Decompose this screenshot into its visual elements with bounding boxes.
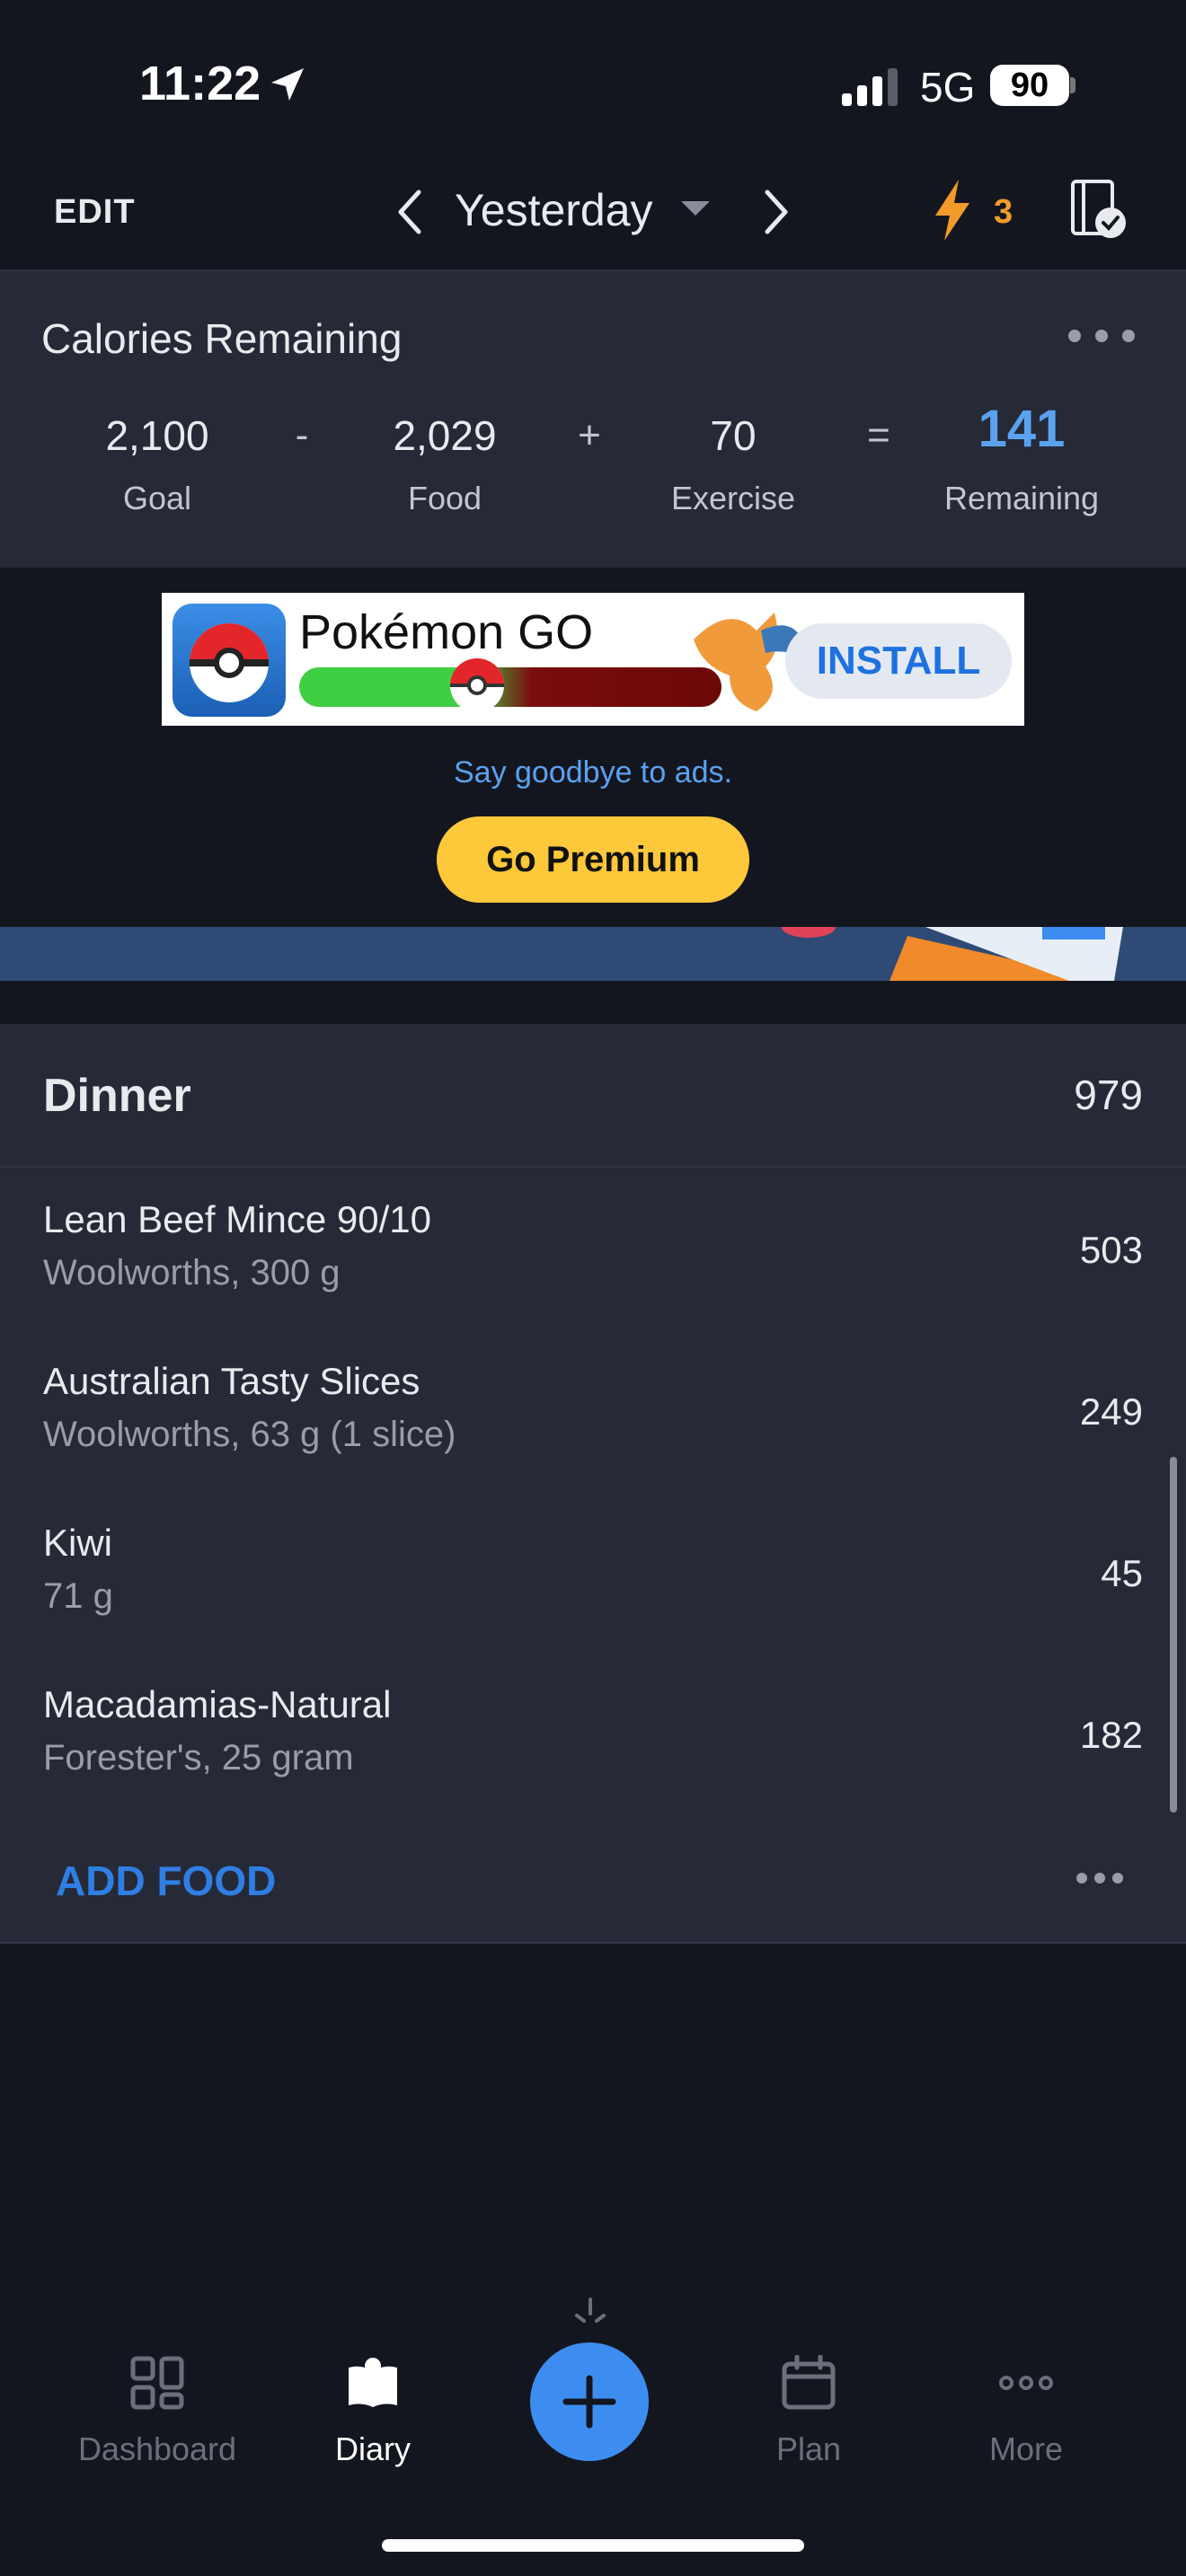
status-time: 11:22 xyxy=(139,57,261,110)
lightning-bolt-icon[interactable] xyxy=(930,178,975,243)
food-item-calories: 182 xyxy=(1079,1714,1143,1756)
network-type: 5G xyxy=(920,64,976,110)
meal-more-options-icon[interactable] xyxy=(1075,1870,1125,1886)
streak-count[interactable]: 3 xyxy=(994,193,1013,232)
ad-app-logo[interactable] xyxy=(173,604,286,717)
diary-complete-icon[interactable] xyxy=(1069,178,1128,241)
edit-button[interactable]: EDIT xyxy=(54,193,136,232)
promo-banner-strip[interactable] xyxy=(0,927,1186,981)
spark-icon xyxy=(575,2298,606,2323)
signal-icon xyxy=(842,68,898,106)
more-options-icon[interactable] xyxy=(1066,327,1137,345)
food-item-detail: Forester's, 25 gram xyxy=(43,1738,354,1778)
battery-indicator: 90 xyxy=(990,65,1069,106)
exercise-label: Exercise xyxy=(670,480,796,516)
food-item-name: Kiwi xyxy=(43,1522,113,1564)
meal-title: Dinner xyxy=(43,1070,191,1122)
battery-cap xyxy=(1070,77,1075,93)
date-selector[interactable]: Yesterday xyxy=(455,184,653,236)
dashboard-icon xyxy=(130,2356,184,2410)
food-item-calories: 503 xyxy=(1079,1229,1143,1271)
food-item-detail: Woolworths, 300 g xyxy=(43,1253,341,1292)
diary-book-icon xyxy=(349,2358,397,2407)
plus-icon xyxy=(562,2375,616,2429)
install-button[interactable]: INSTALL xyxy=(785,623,1012,699)
food-item-calories: 249 xyxy=(1079,1390,1143,1433)
food-item-calories: 45 xyxy=(1101,1552,1143,1594)
exercise-value: 70 xyxy=(710,412,757,459)
calendar-icon xyxy=(782,2355,836,2410)
home-indicator[interactable] xyxy=(382,2539,804,2552)
pokeball-logo-icon xyxy=(190,623,269,702)
tab-more-label: More xyxy=(988,2430,1064,2467)
food-item-name: Macadamias-Natural xyxy=(43,1683,392,1725)
promo-illustration-icon xyxy=(782,927,1123,981)
go-premium-button[interactable]: Go Premium xyxy=(437,816,749,903)
goal-label: Goal xyxy=(122,480,192,516)
food-label: Food xyxy=(407,480,482,516)
location-arrow-icon xyxy=(271,68,304,101)
more-dots-icon xyxy=(999,2376,1053,2390)
pokeball-icon xyxy=(450,658,504,712)
remove-ads-link[interactable]: Say goodbye to ads. xyxy=(0,755,1186,790)
tab-plan-label: Plan xyxy=(775,2430,842,2467)
equals-operator: = xyxy=(867,413,890,457)
food-value: 2,029 xyxy=(393,412,497,459)
add-entry-button[interactable] xyxy=(530,2342,649,2461)
caret-down-icon[interactable] xyxy=(681,201,710,216)
food-item-detail: Woolworths, 63 g (1 slice) xyxy=(43,1415,456,1454)
meal-total-calories: 979 xyxy=(1074,1072,1143,1118)
divider xyxy=(0,1166,1186,1168)
previous-day-chevron-icon[interactable] xyxy=(388,187,433,237)
plus-operator: + xyxy=(578,413,601,457)
ad-progress-bar xyxy=(299,667,721,707)
add-food-button[interactable]: ADD FOOD xyxy=(56,1857,276,1905)
food-item-detail: 71 g xyxy=(43,1576,113,1616)
scrollbar[interactable] xyxy=(1170,1457,1177,1813)
food-item-name: Lean Beef Mince 90/10 xyxy=(43,1198,431,1240)
ad-title[interactable]: Pokémon GO xyxy=(299,604,593,660)
tab-diary-label: Diary xyxy=(334,2430,411,2467)
next-day-chevron-icon[interactable] xyxy=(753,187,798,237)
food-item-name: Australian Tasty Slices xyxy=(43,1360,420,1402)
remaining-value: 141 xyxy=(978,400,1066,458)
calories-remaining-title: Calories Remaining xyxy=(41,315,403,362)
minus-operator: - xyxy=(295,413,309,457)
goal-value: 2,100 xyxy=(105,412,209,459)
tab-dashboard-label: Dashboard xyxy=(77,2430,237,2467)
remaining-label: Remaining xyxy=(943,480,1100,516)
